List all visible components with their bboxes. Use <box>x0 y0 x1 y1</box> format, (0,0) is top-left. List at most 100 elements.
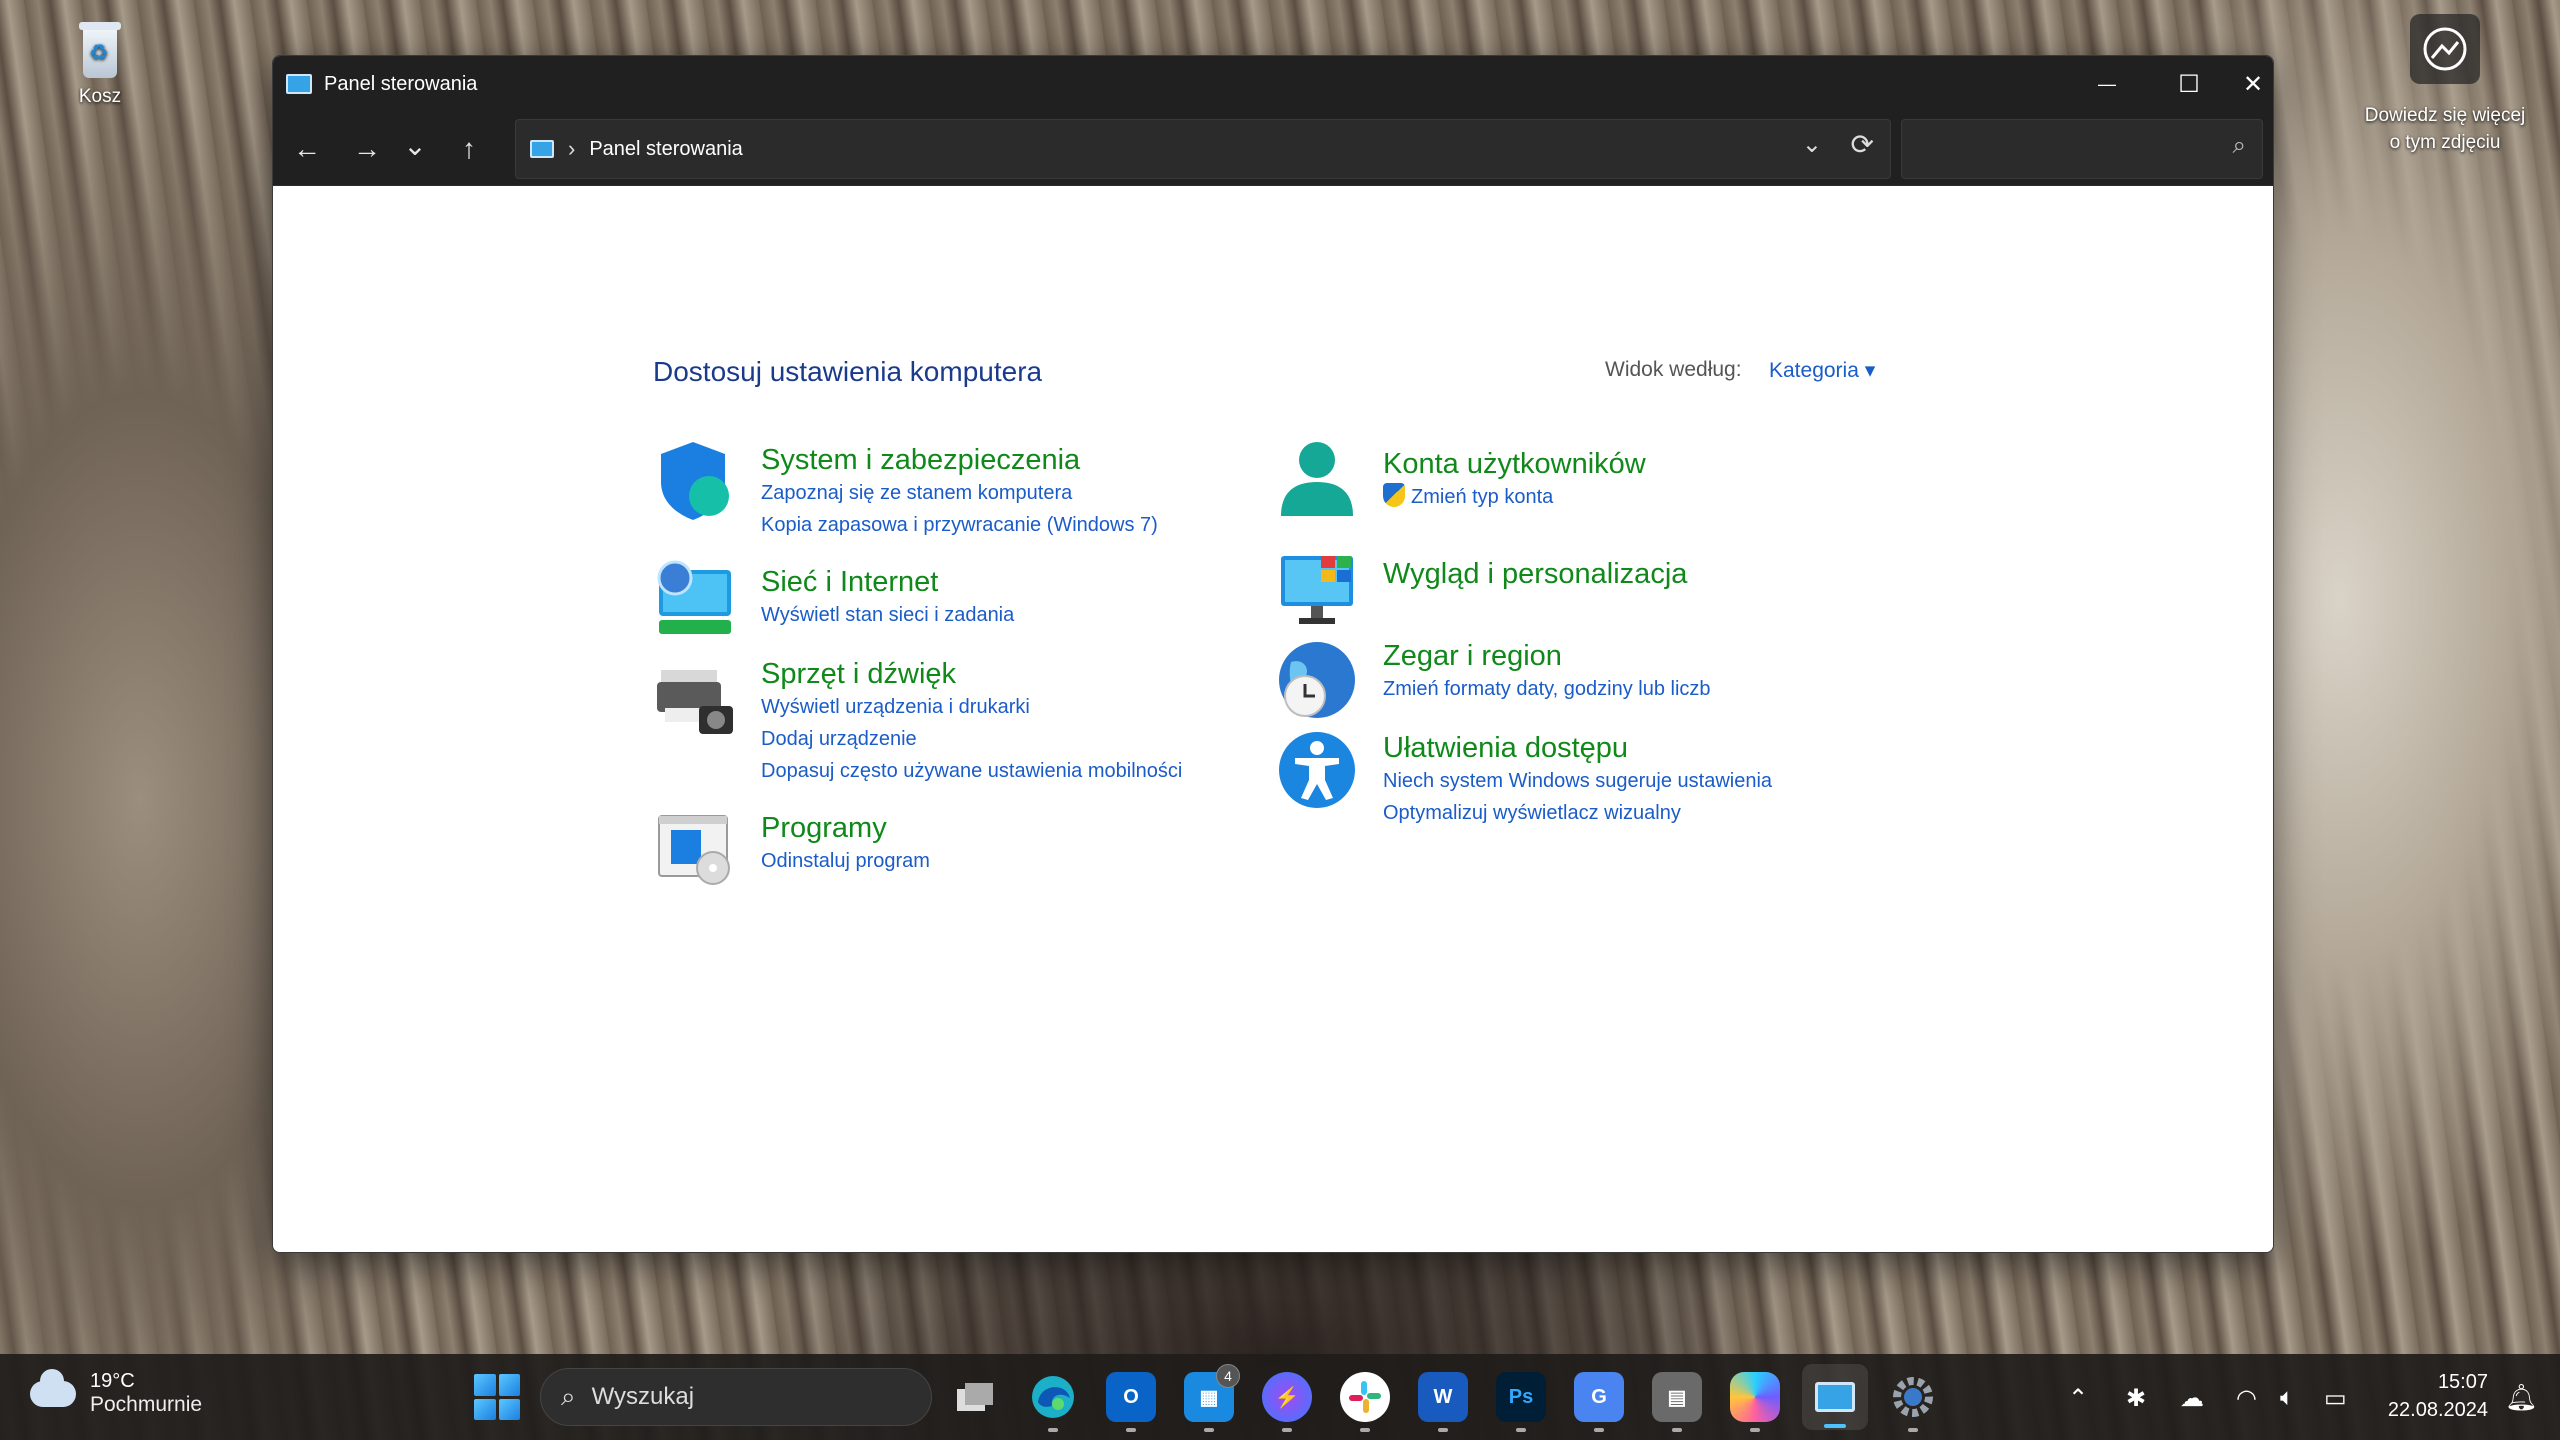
clock[interactable]: 15:07 22.08.2024 <box>2388 1368 2488 1424</box>
word-app[interactable]: W <box>1418 1372 1468 1432</box>
task-view-button[interactable] <box>950 1372 1000 1422</box>
category-clock-region: Zegar i region Zmień formaty daty, godzi… <box>1279 640 1711 718</box>
category-title[interactable]: Programy <box>761 812 930 845</box>
wifi-icon[interactable]: ◠ <box>2236 1384 2257 1413</box>
category-link[interactable]: Wyświetl urządzenia i drukarki <box>761 691 1182 723</box>
control-panel-app[interactable] <box>1802 1364 1868 1430</box>
shield-icon <box>661 442 729 520</box>
edge-app[interactable] <box>1028 1372 1078 1432</box>
recycle-bin-icon: ♻ <box>73 20 127 80</box>
notification-bell-icon[interactable]: 🔔︎ <box>2505 1382 2538 1413</box>
clock-date: 22.08.2024 <box>2387 1399 2488 1421</box>
messenger-app[interactable]: ⚡ <box>1262 1372 1312 1432</box>
up-button[interactable]: ↑ <box>445 126 493 172</box>
start-button[interactable] <box>474 1374 520 1420</box>
close-button[interactable]: ✕ <box>2231 56 2273 112</box>
control-panel-icon <box>530 140 554 158</box>
clock-time: 15:07 <box>2437 1371 2488 1393</box>
volume-icon[interactable]: 🔈︎ <box>2280 1384 2294 1412</box>
category-title[interactable]: System i zabezpieczenia <box>761 444 1158 477</box>
weather-desc: Pochmurnie <box>90 1393 203 1416</box>
spotlight-info[interactable]: Dowiedz się więcej o tym zdjęciu <box>2360 14 2530 156</box>
weather-widget[interactable]: 19°C Pochmurnie <box>30 1368 203 1417</box>
category-link[interactable]: Dodaj urządzenie <box>761 723 1182 755</box>
slack-icon <box>1349 1381 1381 1413</box>
category-link[interactable]: Optymalizuj wyświetlacz wizualny <box>1383 797 1772 829</box>
refresh-icon[interactable]: ⟳ <box>1851 128 1874 161</box>
taskbar-search[interactable]: ⌕ Wyszukaj <box>540 1368 932 1426</box>
notification-badge: 4 <box>1216 1364 1240 1388</box>
search-placeholder: Wyszukaj <box>591 1383 695 1410</box>
accessibility-icon <box>1279 732 1355 808</box>
chevron-up-icon[interactable]: ⌃ <box>2068 1384 2088 1413</box>
category-link[interactable]: Wyświetl stan sieci i zadania <box>761 599 1014 631</box>
category-link[interactable]: Kopia zapasowa i przywracanie (Windows 7… <box>761 509 1158 541</box>
address-bar[interactable]: › Panel sterowania ⌄ ⟳ <box>515 119 1891 179</box>
breadcrumb[interactable]: Panel sterowania <box>589 138 742 161</box>
taskbar: 19°C Pochmurnie ⌕ Wyszukaj O ▦ 4 ⚡ W Ps … <box>0 1354 2560 1440</box>
settings-app[interactable] <box>1888 1372 1938 1432</box>
category-title[interactable]: Konta użytkowników <box>1383 448 1646 481</box>
category-title[interactable]: Sieć i Internet <box>761 566 1014 599</box>
forward-button[interactable]: → <box>343 126 391 172</box>
minimize-button[interactable]: — <box>2067 56 2147 112</box>
translate-app[interactable]: G <box>1574 1372 1624 1432</box>
main-content: Dostosuj ustawienia komputera Widok wedł… <box>273 186 2273 1252</box>
arrow-left-icon: ← <box>293 133 321 164</box>
translate-icon: G <box>1591 1385 1607 1408</box>
store-app[interactable]: ▦ 4 <box>1184 1364 1240 1432</box>
category-system-security: System i zabezpieczenia Zapoznaj się ze … <box>661 442 1158 541</box>
weather-temp: 19°C <box>90 1370 135 1392</box>
control-panel-icon <box>286 74 312 94</box>
category-link[interactable]: Zmień formaty daty, godziny lub liczb <box>1383 673 1711 705</box>
address-dropdown-icon[interactable]: ⌄ <box>1802 130 1822 159</box>
outlook-icon: O <box>1123 1385 1139 1408</box>
page-title: Dostosuj ustawienia komputera <box>653 356 1043 387</box>
uac-shield-icon <box>1383 483 1405 507</box>
category-user-accounts: Konta użytkowników Zmień typ konta <box>1281 442 1646 516</box>
slack-app[interactable] <box>1340 1372 1390 1432</box>
arrow-up-icon: ↑ <box>462 133 476 164</box>
chevron-right-icon: › <box>568 136 576 161</box>
copilot-app[interactable] <box>1730 1372 1780 1432</box>
cloud-icon <box>30 1368 76 1407</box>
search-icon: ⌕ <box>2232 132 2246 159</box>
battery-icon[interactable]: ▭ <box>2324 1384 2347 1413</box>
category-link[interactable]: Zmień typ konta <box>1383 481 1646 513</box>
category-title[interactable]: Zegar i region <box>1383 640 1711 673</box>
gear-icon <box>1893 1377 1933 1417</box>
programs-icon <box>658 815 730 885</box>
window-title: Panel sterowania <box>324 72 478 95</box>
title-bar[interactable]: Panel sterowania — ☐ ✕ <box>273 56 2273 112</box>
category-link[interactable]: Niech system Windows sugeruje ustawienia <box>1383 765 1772 797</box>
recycle-bin-label: Kosz <box>78 86 122 107</box>
category-link[interactable]: Dopasuj często używane ustawienia mobiln… <box>761 755 1182 787</box>
network-globe-icon <box>657 560 731 634</box>
messenger-icon: ⚡ <box>1274 1386 1300 1409</box>
category-title[interactable]: Ułatwienia dostępu <box>1383 732 1772 765</box>
category-link[interactable]: Odinstaluj program <box>761 845 930 877</box>
search-input[interactable]: ⌕ <box>1901 119 2263 179</box>
category-network-internet: Sieć i Internet Wyświetl stan sieci i za… <box>657 560 1014 634</box>
photoshop-icon: Ps <box>1508 1385 1534 1408</box>
back-button[interactable]: ← <box>283 126 331 172</box>
arrow-right-icon: → <box>353 133 381 164</box>
onedrive-icon[interactable]: ☁ <box>2180 1384 2204 1413</box>
slack-tray-icon[interactable]: ✱ <box>2126 1384 2146 1413</box>
category-title[interactable]: Wygląd i personalizacja <box>1383 558 1687 591</box>
outlook-app[interactable]: O <box>1106 1372 1156 1432</box>
chevron-down-icon: ⌄ <box>403 129 427 161</box>
maximize-icon: ☐ <box>2178 70 2200 98</box>
category-title[interactable]: Sprzęt i dźwięk <box>761 658 1182 691</box>
photoshop-app[interactable]: Ps <box>1496 1372 1546 1432</box>
user-icon <box>1281 442 1353 516</box>
view-by-dropdown[interactable]: Kategoria ▾ <box>1769 358 1875 383</box>
printer-camera-icon <box>657 670 733 734</box>
recent-locations-button[interactable]: ⌄ <box>391 122 439 168</box>
recycle-bin-shortcut[interactable]: ♻ Kosz <box>60 20 140 108</box>
category-link[interactable]: Zapoznaj się ze stanem komputera <box>761 477 1158 509</box>
maximize-button[interactable]: ☐ <box>2149 56 2229 112</box>
monitor-icon <box>1281 556 1353 624</box>
calculator-icon: ▤ <box>1667 1386 1687 1409</box>
calculator-app[interactable]: ▤ <box>1652 1372 1702 1432</box>
